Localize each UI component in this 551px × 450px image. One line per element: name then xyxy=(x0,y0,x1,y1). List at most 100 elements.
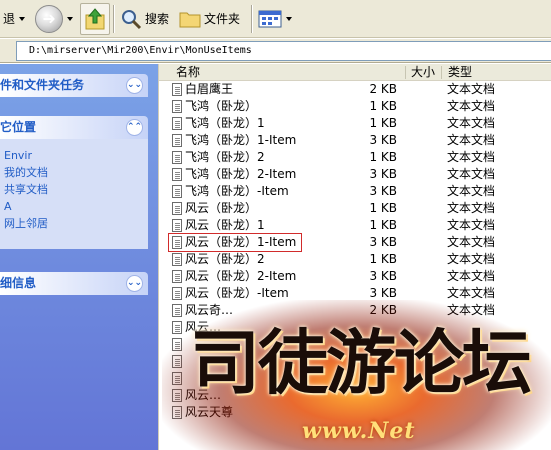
text-file-icon xyxy=(172,117,182,130)
file-name: 飞鸿（卧龙）1-Item xyxy=(185,133,297,147)
up-folder-icon xyxy=(85,7,105,29)
file-row[interactable]: 飞鸿（卧龙）-Item 3 KB 文本文档 xyxy=(159,183,551,200)
file-row[interactable]: 风云（卧龙）2-Item 3 KB 文本文档 xyxy=(159,268,551,285)
file-size: 3 KB xyxy=(369,167,397,181)
file-type: 文本文档 xyxy=(447,201,496,215)
folders-label: 文件夹 xyxy=(204,12,241,26)
file-row[interactable]: 飞鸿（卧龙） 1 KB 文本文档 xyxy=(159,98,551,115)
file-row[interactable]: 飞鸿（卧龙）2 1 KB 文本文档 xyxy=(159,149,551,166)
file-name: 风云（卧龙） xyxy=(185,201,258,215)
folders-button[interactable]: 文件夹 xyxy=(176,3,243,35)
file-type: 文本文档 xyxy=(447,269,496,283)
search-button[interactable]: 搜索 xyxy=(117,3,172,35)
forward-arrow-icon: ➜ xyxy=(35,4,64,33)
file-row[interactable]: 风云奇… 2 KB 文本文档 xyxy=(159,302,551,319)
file-row[interactable]: 风云（卧龙）1 1 KB 文本文档 xyxy=(159,217,551,234)
file-type: 文本文档 xyxy=(447,150,496,164)
file-row[interactable] xyxy=(159,353,551,370)
collapse-chevron-icon[interactable]: ⌃⌃ xyxy=(126,119,143,136)
column-divider[interactable] xyxy=(441,66,442,79)
up-folder-button[interactable] xyxy=(80,2,111,35)
file-row[interactable] xyxy=(159,336,551,353)
text-file-icon xyxy=(172,253,182,266)
file-name: 风云… xyxy=(185,320,222,334)
text-file-icon xyxy=(172,338,182,351)
file-type: 文本文档 xyxy=(447,218,496,232)
address-bar: D:\mirserver\Mir200\Envir\MonUseItems xyxy=(0,39,551,63)
file-row[interactable]: 风云… xyxy=(159,319,551,336)
expand-chevron-icon[interactable]: ⌄⌄ xyxy=(126,275,143,292)
place-item-computer[interactable]: A xyxy=(0,198,148,215)
file-size: 3 KB xyxy=(369,184,397,198)
forward-dropdown-arrow-icon[interactable] xyxy=(67,16,74,21)
column-size-header[interactable]: 大小 xyxy=(411,64,435,81)
file-size: 1 KB xyxy=(369,99,397,113)
column-header: 名称 大小 类型 xyxy=(159,64,551,81)
file-size: 1 KB xyxy=(369,218,397,232)
file-name: 风云（卧龙）2-Item xyxy=(185,269,297,283)
file-type: 文本文档 xyxy=(447,167,496,181)
file-size: 3 KB xyxy=(369,269,397,283)
text-file-icon xyxy=(172,83,182,96)
back-label: 退 xyxy=(3,12,16,26)
column-divider[interactable] xyxy=(405,66,406,79)
text-file-icon xyxy=(172,321,182,334)
file-type: 文本文档 xyxy=(447,82,496,96)
file-name: 飞鸿（卧龙）2-Item xyxy=(185,167,297,181)
file-type: 文本文档 xyxy=(447,116,496,130)
views-dropdown-arrow-icon[interactable] xyxy=(286,16,293,21)
file-name: 风云（卧龙）-Item xyxy=(185,286,289,300)
place-item-shared-documents[interactable]: 共享文档 xyxy=(0,181,148,198)
file-row[interactable]: 风云天尊 xyxy=(159,404,551,421)
text-file-icon xyxy=(172,372,182,385)
task-pane: 件和文件夹任务 ⌄⌄ 它位置 ⌃⌃ Envir 我的文档 共享文档 A 网上邻居… xyxy=(0,64,158,450)
text-file-icon xyxy=(172,406,182,419)
file-list: 名称 大小 类型 白眉鹰王 2 KB 文本文档 飞鸿（卧龙） 1 KB 文本文档 飞鸿（… xyxy=(158,64,551,450)
views-button[interactable] xyxy=(255,3,299,35)
text-file-icon xyxy=(172,185,182,198)
file-row[interactable]: 风云（卧龙） 1 KB 文本文档 xyxy=(159,200,551,217)
folder-icon xyxy=(179,12,201,27)
file-row[interactable]: 飞鸿（卧龙）1 1 KB 文本文档 xyxy=(159,115,551,132)
forward-button[interactable]: ➜ xyxy=(32,3,80,35)
column-name-header[interactable]: 名称 xyxy=(176,64,200,81)
column-type-header[interactable]: 类型 xyxy=(448,64,472,81)
file-name: 风云（卧龙）1 xyxy=(185,218,265,232)
file-size: 2 KB xyxy=(369,82,397,96)
file-type: 文本文档 xyxy=(447,235,496,249)
views-icon xyxy=(258,10,282,27)
file-row[interactable]: 白眉鹰王 2 KB 文本文档 xyxy=(159,81,551,98)
file-row[interactable]: 飞鸿（卧龙）1-Item 3 KB 文本文档 xyxy=(159,132,551,149)
details-header[interactable]: 细信息 ⌄⌄ xyxy=(0,272,148,295)
text-file-icon xyxy=(172,219,182,232)
file-size: 3 KB xyxy=(369,133,397,147)
file-row[interactable]: 风云（卧龙）-Item 3 KB 文本文档 xyxy=(159,285,551,302)
place-item-envir[interactable]: Envir xyxy=(0,147,148,164)
text-file-icon xyxy=(172,287,182,300)
file-size: 1 KB xyxy=(369,150,397,164)
details-title: 细信息 xyxy=(0,276,37,290)
file-row[interactable]: 风云… xyxy=(159,387,551,404)
other-places-body: Envir 我的文档 共享文档 A 网上邻居 xyxy=(0,139,148,249)
file-type: 文本文档 xyxy=(447,133,496,147)
back-dropdown-arrow-icon[interactable] xyxy=(19,16,26,21)
file-type: 文本文档 xyxy=(447,99,496,113)
search-label: 搜索 xyxy=(145,12,170,26)
file-type: 文本文档 xyxy=(447,252,496,266)
place-item-my-documents[interactable]: 我的文档 xyxy=(0,164,148,181)
place-item-network-places[interactable]: 网上邻居 xyxy=(0,215,148,232)
file-row-highlighted[interactable]: 风云（卧龙）1-Item 3 KB 文本文档 xyxy=(159,233,551,252)
back-button[interactable]: 退 xyxy=(0,3,32,35)
search-icon xyxy=(122,9,142,29)
text-file-icon xyxy=(172,236,182,249)
text-file-icon xyxy=(172,168,182,181)
address-input[interactable]: D:\mirserver\Mir200\Envir\MonUseItems xyxy=(16,41,551,61)
file-size: 2 KB xyxy=(369,303,397,317)
expand-chevron-icon[interactable]: ⌄⌄ xyxy=(126,77,143,94)
file-row[interactable] xyxy=(159,370,551,387)
file-name: 风云（卧龙）2 xyxy=(185,252,265,266)
file-row[interactable]: 风云（卧龙）2 1 KB 文本文档 xyxy=(159,251,551,268)
file-row[interactable]: 飞鸿（卧龙）2-Item 3 KB 文本文档 xyxy=(159,166,551,183)
file-folder-tasks-header[interactable]: 件和文件夹任务 ⌄⌄ xyxy=(0,74,148,97)
other-places-header[interactable]: 它位置 ⌃⌃ xyxy=(0,116,148,139)
